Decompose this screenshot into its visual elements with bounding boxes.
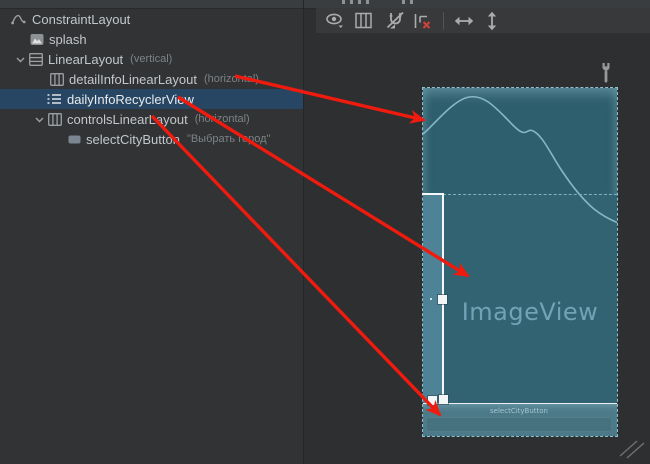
autoconnect-off-magnet-icon[interactable] [382, 10, 408, 32]
constraint-layout-icon [10, 12, 27, 27]
chevron-down-icon[interactable] [35, 115, 44, 124]
expand-vertical-icon[interactable] [479, 10, 505, 32]
tree-item-constraintlayout[interactable]: ConstraintLayout [0, 9, 303, 29]
tree-item-suffix: (horizontal) [195, 113, 250, 125]
toolbar-mark [358, 0, 361, 4]
toolbar-mark [342, 0, 345, 4]
tree-item-suffix: "Выбрать город" [187, 133, 270, 145]
tree-item-linearlayout[interactable]: LinearLayout (vertical) [0, 49, 303, 69]
recycler-view-icon [47, 93, 62, 105]
blueprint-columns-icon[interactable] [350, 10, 376, 32]
tree-item-label: dailyInfoRecyclerView [67, 92, 194, 107]
view-options-eye-icon[interactable] [322, 10, 348, 32]
toolbar-mark [410, 0, 413, 4]
expand-horizontal-icon[interactable] [451, 10, 477, 32]
toolbar-mark [402, 0, 405, 4]
linear-layout-horizontal-icon [48, 113, 62, 126]
tree-item-label: ConstraintLayout [32, 12, 130, 27]
tree-item-label: LinearLayout [48, 52, 123, 67]
tree-item-label: detailInfoLinearLayout [69, 72, 197, 87]
toolbar-separator [443, 12, 444, 30]
tree-item-label: splash [49, 32, 87, 47]
tree-item-label: controlsLinearLayout [67, 112, 188, 127]
resize-handle-bottom-left[interactable] [428, 396, 437, 405]
tree-item-selectcitybutton[interactable]: selectCityButton "Выбрать город" [0, 129, 303, 149]
tree-item-suffix: (horizontal) [204, 73, 259, 85]
toolbar-mark [366, 0, 369, 4]
resize-handle-left[interactable] [438, 295, 447, 304]
tree-item-label: selectCityButton [86, 132, 180, 147]
tree-item-controlslinearlayout[interactable]: controlsLinearLayout (horizontal) [0, 109, 303, 129]
wrench-icon[interactable] [599, 62, 613, 90]
anchor-dot [430, 298, 432, 300]
image-view-icon [30, 33, 44, 46]
linear-layout-vertical-icon [29, 53, 43, 66]
toolbar-mark [350, 0, 353, 4]
phone-preview[interactable]: ImageView selectCityButton [423, 88, 617, 436]
section-divider-dashed [443, 194, 617, 195]
selection-line-top [422, 193, 444, 195]
tree-item-detailinfolinearlayout[interactable]: detailInfoLinearLayout (horizontal) [0, 69, 303, 89]
design-surface-toolbar [316, 8, 650, 34]
select-city-button-preview[interactable]: selectCityButton [426, 417, 612, 432]
tree-item-splash[interactable]: splash [0, 29, 303, 49]
resize-corner-icon[interactable] [617, 437, 645, 464]
tree-item-suffix: (vertical) [130, 53, 172, 65]
imageview-placeholder-label: ImageView [443, 298, 617, 326]
select-city-button-label: selectCityButton [426, 407, 612, 415]
linear-layout-horizontal-icon [50, 73, 64, 86]
tree-item-dailyinforecyclerview[interactable]: dailyInfoRecyclerView [0, 89, 303, 109]
button-icon [68, 135, 81, 144]
layout-editor-window: ConstraintLayout splash LinearLayout (ve… [0, 0, 650, 464]
resize-handle-bottom[interactable] [439, 395, 448, 404]
component-tree-panel: ConstraintLayout splash LinearLayout (ve… [0, 9, 303, 464]
controls-bar[interactable]: selectCityButton [423, 404, 617, 436]
chevron-down-icon[interactable] [16, 55, 25, 64]
detail-info-section[interactable] [423, 88, 617, 195]
clear-constraints-icon[interactable] [410, 10, 436, 32]
